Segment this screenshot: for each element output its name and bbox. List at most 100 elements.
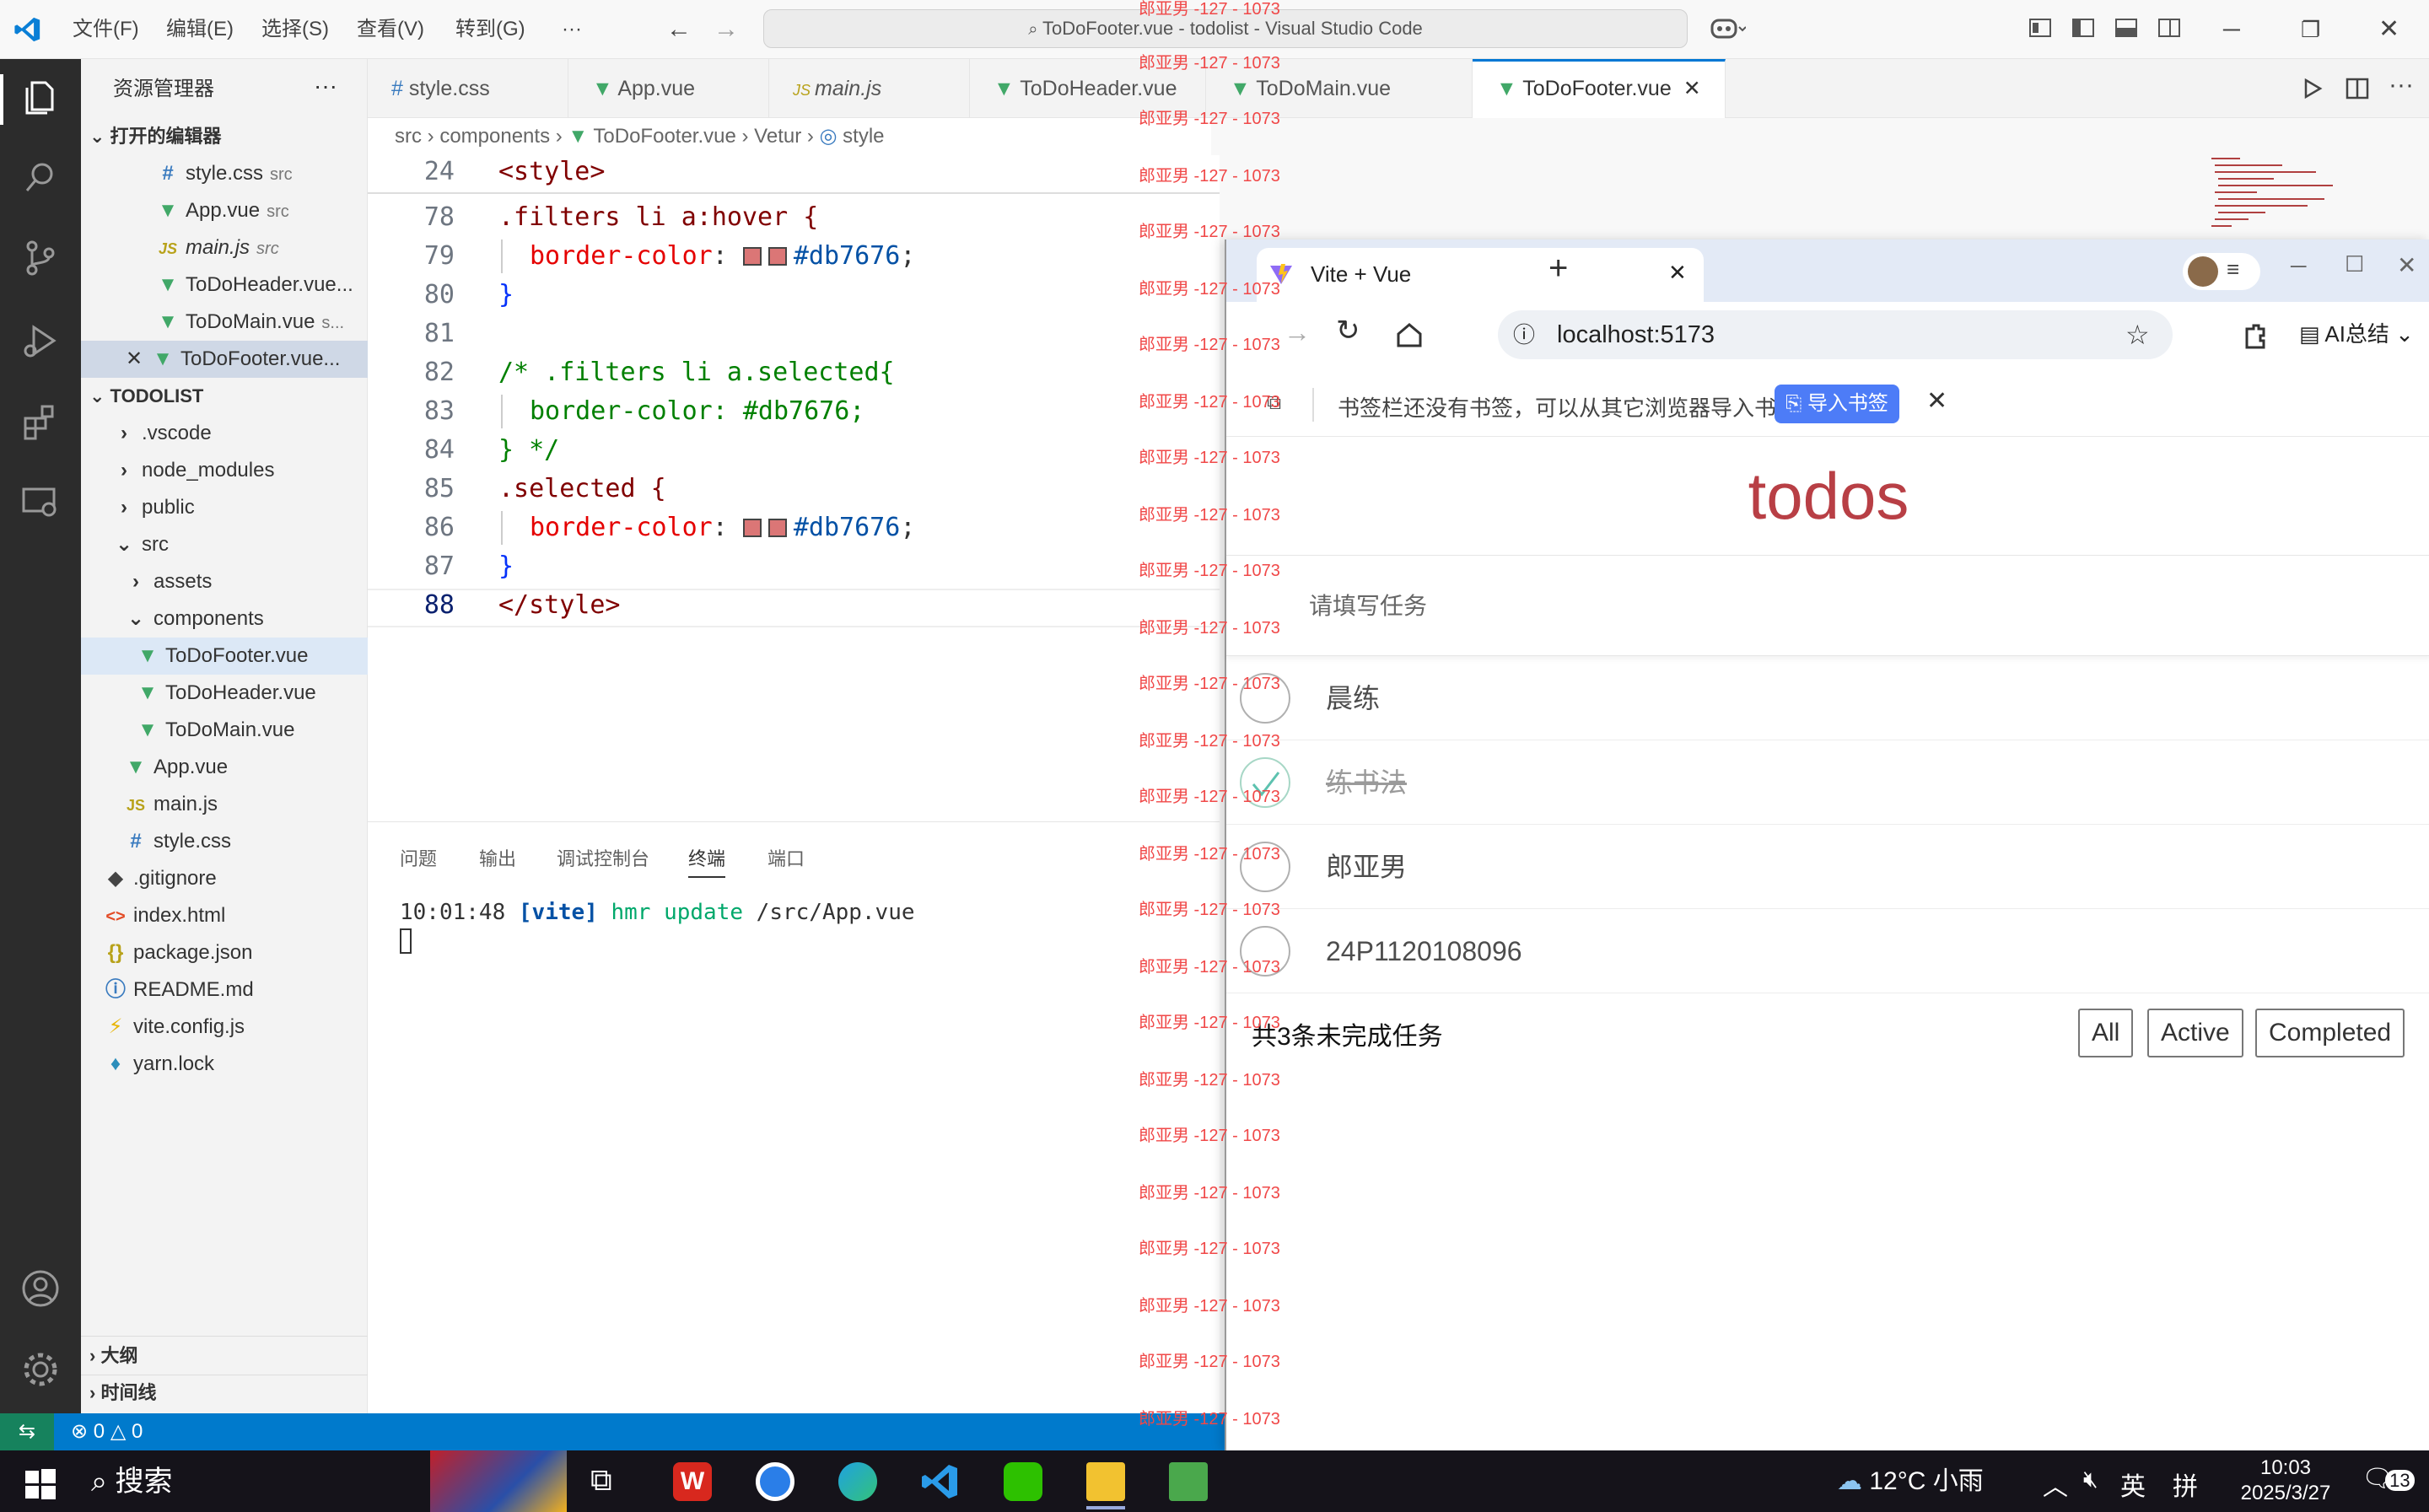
accounts-icon[interactable] [20, 1268, 61, 1309]
maximize-icon[interactable]: ☐ [2345, 251, 2364, 277]
back-icon[interactable]: → [1284, 317, 1311, 348]
close-icon[interactable]: ✕ [2378, 0, 2399, 59]
tree-folder[interactable]: › assets [81, 563, 368, 600]
color-swatch[interactable] [767, 247, 787, 266]
bookmark-star-icon[interactable]: ☆ [2125, 310, 2150, 359]
menu-edit[interactable]: 编辑(E) [166, 0, 234, 59]
open-editor-item[interactable]: # style.css src [81, 155, 368, 192]
vscode-taskbar-icon[interactable] [921, 1462, 960, 1501]
tree-folder[interactable]: › .vscode [81, 415, 368, 452]
nav-back-icon[interactable]: ← [666, 0, 692, 59]
customize-layout-icon[interactable] [2028, 15, 2053, 40]
open-editor-item[interactable]: ▼ App.vue src [81, 192, 368, 229]
color-swatch[interactable] [742, 247, 762, 266]
menu-selection[interactable]: 选择(S) [261, 0, 329, 59]
browser-app-icon[interactable] [756, 1462, 794, 1501]
open-editor-item-active[interactable]: ✕ ▼ ToDoFooter.vue... [81, 341, 368, 378]
tree-file[interactable]: # style.css [81, 823, 368, 860]
editor-more-icon[interactable]: ··· [2389, 71, 2414, 100]
ime-language[interactable]: 英 [2120, 1466, 2146, 1503]
tree-folder[interactable]: ⌄ src [81, 526, 368, 563]
todo-text[interactable]: 练书法 [1326, 740, 1407, 825]
wps-icon[interactable]: W [673, 1462, 712, 1501]
close-bookmark-bar-icon[interactable]: ✕ [1926, 386, 1947, 416]
source-control-icon[interactable] [20, 238, 61, 278]
open-editor-item[interactable]: JS main.js src [81, 229, 368, 266]
close-editor-icon[interactable]: ✕ [123, 341, 145, 378]
open-editor-item[interactable]: ▼ ToDoMain.vue s... [81, 304, 368, 341]
tree-file-active[interactable]: ▼ ToDoFooter.vue [81, 638, 368, 675]
open-editors-header[interactable]: ⌄ 打开的编辑器 [81, 118, 368, 155]
breadcrumb-item[interactable]: components [439, 125, 550, 148]
nav-forward-icon[interactable]: → [714, 0, 739, 59]
browser-tab[interactable]: Vite + Vue ✕ [1257, 248, 1704, 302]
search-highlight-image[interactable] [430, 1450, 567, 1512]
tree-file[interactable]: JS main.js [81, 786, 368, 823]
filter-all-button[interactable]: All [2078, 1009, 2134, 1057]
filter-completed-button[interactable]: Completed [2255, 1009, 2405, 1057]
ai-summary-button[interactable]: ▤ AI总结 ⌄ [2299, 317, 2414, 348]
filter-active-button[interactable]: Active [2147, 1009, 2243, 1057]
tree-file[interactable]: ⓘ README.md [81, 971, 368, 1009]
toggle-panel-icon[interactable] [2114, 15, 2139, 40]
tree-file[interactable]: ⚡ vite.config.js [81, 1009, 368, 1046]
menu-go[interactable]: 转到(G) [455, 0, 525, 59]
split-editor-icon[interactable] [2345, 76, 2370, 101]
explorer-more-icon[interactable]: ··· [314, 67, 337, 105]
menu-view[interactable]: 查看(V) [357, 0, 424, 59]
explorer-icon[interactable] [20, 76, 61, 116]
new-todo-input[interactable] [1309, 581, 2321, 632]
toggle-sidebar-icon[interactable] [2071, 15, 2096, 40]
run-debug-icon[interactable] [20, 320, 61, 361]
tree-file[interactable]: <> index.html [81, 897, 368, 934]
site-info-icon[interactable]: ⓘ [1513, 310, 1535, 359]
tab-todofooter-vue[interactable]: ▼ ToDoFooter.vue ✕ [1473, 59, 1726, 118]
tab-style-css[interactable]: # style.css [368, 59, 568, 118]
terminal-output[interactable]: 10:01:48 [vite] hmr update /src/App.vue [400, 900, 915, 925]
app-icon[interactable] [1169, 1462, 1208, 1501]
wechat-icon[interactable] [1004, 1462, 1042, 1501]
open-editor-item[interactable]: ▼ ToDoHeader.vue... [81, 266, 368, 304]
outline-header[interactable]: › 大纲 [81, 1337, 368, 1375]
extensions-icon[interactable] [20, 401, 61, 442]
weather-widget[interactable]: ☁ 12°C 小雨 [1837, 1462, 1984, 1501]
project-header[interactable]: ⌄ TODOLIST [81, 378, 368, 415]
taskbar-search[interactable]: ⌕ 搜索 [91, 1459, 173, 1504]
address-bar[interactable]: ⓘ localhost:5173 ☆ [1498, 310, 2173, 359]
minimap[interactable] [2206, 155, 2429, 239]
breadcrumb-item[interactable]: src [395, 125, 422, 148]
search-icon[interactable] [20, 157, 61, 197]
breadcrumb-item[interactable]: Vetur [754, 125, 801, 148]
color-swatch[interactable] [742, 519, 762, 537]
breadcrumb-item[interactable]: ToDoFooter.vue [593, 125, 735, 148]
menu-more[interactable]: ··· [562, 0, 582, 59]
panel-tab-debug-console[interactable]: 调试控制台 [557, 844, 649, 871]
profile-button[interactable]: ≡ [2183, 253, 2260, 290]
tree-folder[interactable]: ⌄ components [81, 600, 368, 638]
todo-text[interactable]: 24P1120108096 [1326, 909, 1522, 993]
todo-text[interactable]: 晨练 [1326, 656, 1380, 740]
minimize-icon[interactable]: ─ [2291, 253, 2306, 279]
reload-icon[interactable]: ↻ [1336, 314, 1360, 347]
extensions-icon[interactable] [2240, 320, 2270, 351]
panel-tab-ports[interactable]: 端口 [767, 844, 805, 871]
tree-folder[interactable]: › public [81, 489, 368, 526]
tree-folder[interactable]: › node_modules [81, 452, 368, 489]
notification-center[interactable]: 🗨︎13 [2362, 1464, 2415, 1493]
color-swatch[interactable] [767, 519, 787, 537]
new-tab-icon[interactable]: + [1548, 250, 1568, 288]
tree-file[interactable]: {} package.json [81, 934, 368, 971]
menu-file[interactable]: 文件(F) [73, 0, 139, 59]
panel-tab-terminal[interactable]: 终端 [688, 844, 726, 878]
panel-tab-output[interactable]: 输出 [479, 844, 516, 871]
taskbar-clock[interactable]: 10:03 2025/3/27 [2227, 1456, 2345, 1506]
show-hidden-icons-icon[interactable]: ︿ [2043, 1466, 2068, 1503]
toggle-secondary-sidebar-icon[interactable] [2157, 15, 2182, 40]
edge-icon[interactable] [838, 1462, 877, 1501]
file-explorer-icon[interactable] [1086, 1462, 1125, 1501]
tree-file[interactable]: ▼ App.vue [81, 749, 368, 786]
restore-icon[interactable]: ❐ [2301, 0, 2320, 59]
home-icon[interactable] [1395, 320, 1424, 349]
timeline-header[interactable]: › 时间线 [81, 1375, 368, 1412]
panel-tab-problems[interactable]: 问题 [400, 844, 437, 871]
